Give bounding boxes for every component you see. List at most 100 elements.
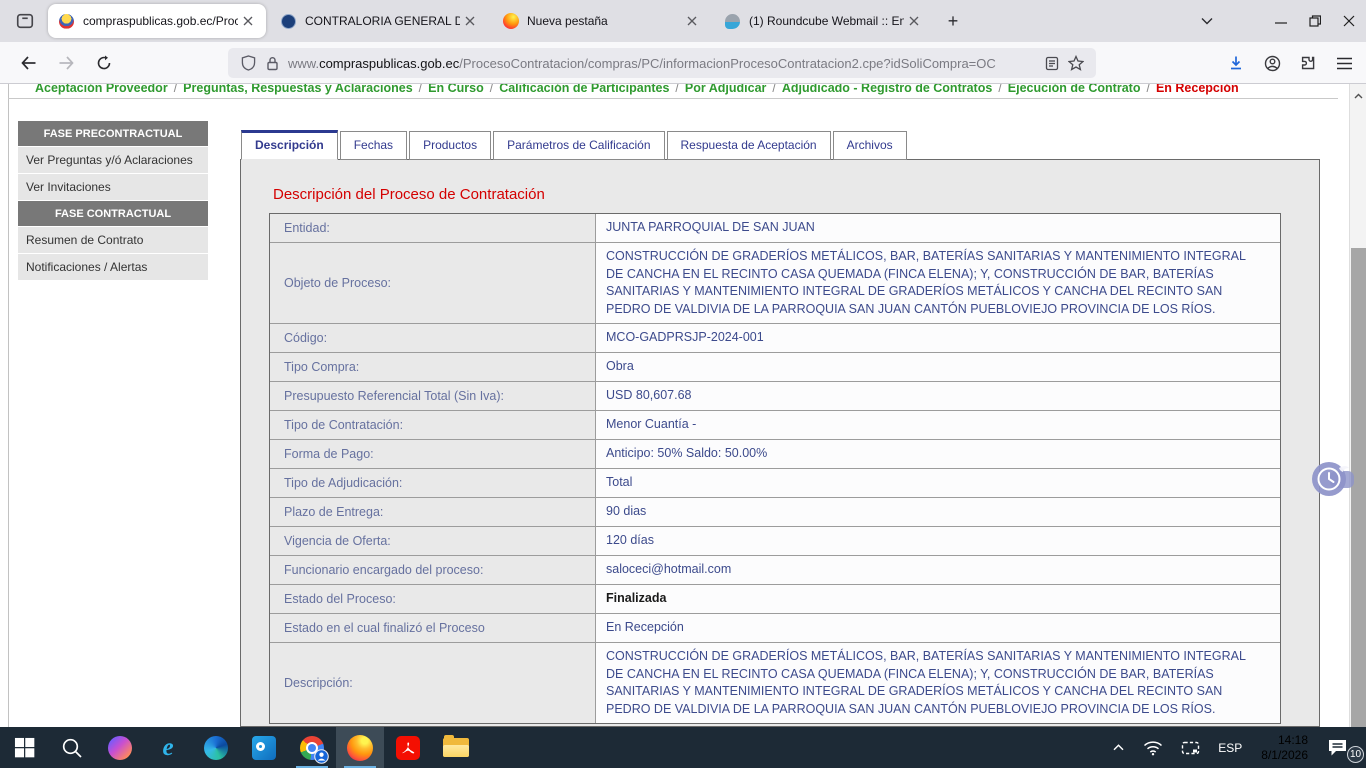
sidebar-item[interactable]: Ver Preguntas y/ó Aclaraciones xyxy=(18,147,208,173)
browser-toolbar: www.compraspublicas.gob.ec/ProcesoContra… xyxy=(0,42,1366,84)
breadcrumb-link[interactable]: Aceptación Proveedor xyxy=(35,84,168,95)
file-explorer-taskbar-icon[interactable] xyxy=(432,727,480,768)
sidebar-item[interactable]: Notificaciones / Alertas xyxy=(18,254,208,280)
tab-list-chevron-icon[interactable] xyxy=(1190,0,1224,42)
outlook-taskbar-icon[interactable] xyxy=(240,727,288,768)
minimize-button[interactable] xyxy=(1264,0,1298,42)
reload-icon[interactable] xyxy=(88,47,120,79)
connect-display-icon[interactable] xyxy=(1172,727,1209,768)
row-label: Plazo de Entrega: xyxy=(270,498,596,526)
reader-mode-icon[interactable] xyxy=(1040,52,1064,74)
restore-button[interactable] xyxy=(1298,0,1332,42)
new-tab-button[interactable]: + xyxy=(938,6,968,36)
account-icon[interactable] xyxy=(1256,47,1288,79)
download-icon[interactable] xyxy=(1220,47,1252,79)
row-value: saloceci@hotmail.com xyxy=(596,556,1280,584)
breadcrumb-link[interactable]: Ejecución de Contrato xyxy=(1008,84,1141,95)
table-row: Plazo de Entrega:90 dias xyxy=(270,498,1280,527)
row-label: Tipo de Adjudicación: xyxy=(270,469,596,497)
breadcrumb-separator: / xyxy=(168,84,183,95)
page-scrollbar[interactable] xyxy=(1349,84,1366,727)
tab-close-icon[interactable] xyxy=(460,11,480,31)
firefox-view-icon[interactable] xyxy=(10,6,40,36)
menu-icon[interactable] xyxy=(1328,47,1360,79)
notification-center-icon[interactable]: 10 xyxy=(1318,727,1366,768)
page-left-border xyxy=(8,84,9,727)
browser-tab[interactable]: compraspublicas.gob.ec/Proces xyxy=(48,4,266,38)
content-tab[interactable]: Archivos xyxy=(833,131,907,160)
page-title: Descripción del Proceso de Contratación xyxy=(273,186,545,203)
row-label: Forma de Pago: xyxy=(270,440,596,468)
sidebar-section-header: FASE CONTRACTUAL xyxy=(18,201,208,226)
breadcrumb-link[interactable]: En Curso xyxy=(428,84,484,95)
table-row: Funcionario encargado del proceso:saloce… xyxy=(270,556,1280,585)
table-row: Descripción:CONSTRUCCIÓN DE GRADERÍOS ME… xyxy=(270,643,1280,723)
row-value: USD 80,607.68 xyxy=(596,382,1280,410)
content-tab[interactable]: Respuesta de Aceptación xyxy=(667,131,831,160)
breadcrumb-link[interactable]: Calificación de Participantes xyxy=(499,84,669,95)
sidebar-item[interactable]: Resumen de Contrato xyxy=(18,227,208,253)
floating-timer-widget[interactable] xyxy=(1308,456,1354,502)
tab-close-icon[interactable] xyxy=(238,11,258,31)
chrome-taskbar-icon[interactable] xyxy=(288,727,336,768)
sidebar: FASE PRECONTRACTUALVer Preguntas y/ó Acl… xyxy=(18,121,208,281)
tab-list: compraspublicas.gob.ec/Proces CONTRALORIA… xyxy=(48,4,932,38)
edge-taskbar-icon[interactable] xyxy=(192,727,240,768)
firefox-taskbar-icon[interactable] xyxy=(336,727,384,768)
language-indicator[interactable]: ESP xyxy=(1209,727,1251,768)
row-label: Tipo Compra: xyxy=(270,353,596,381)
table-row: Entidad:JUNTA PARROQUIAL DE SAN JUAN xyxy=(270,214,1280,243)
acrobat-taskbar-icon[interactable] xyxy=(384,727,432,768)
tab-close-icon[interactable] xyxy=(682,11,702,31)
close-window-button[interactable] xyxy=(1332,0,1366,42)
row-label: Descripción: xyxy=(270,643,596,723)
content-tab[interactable]: Productos xyxy=(409,131,491,160)
forward-icon[interactable] xyxy=(50,47,82,79)
tab-title: CONTRALORIA GENERAL DEL E xyxy=(305,14,460,28)
breadcrumb-separator: / xyxy=(766,84,781,95)
contraloria-favicon xyxy=(281,14,296,29)
breadcrumb-link[interactable]: Adjudicado - Registro de Contratos xyxy=(782,84,992,95)
browser-tab[interactable]: (1) Roundcube Webmail :: Entra xyxy=(714,4,932,38)
row-value: MCO-GADPRSJP-2024-001 xyxy=(596,324,1280,352)
row-value: Anticipo: 50% Saldo: 50.00% xyxy=(596,440,1280,468)
row-value: 120 días xyxy=(596,527,1280,555)
tab-close-icon[interactable] xyxy=(904,11,924,31)
scrollbar-up-icon[interactable] xyxy=(1350,88,1366,104)
row-value: 90 dias xyxy=(596,498,1280,526)
breadcrumb-separator: / xyxy=(1140,84,1155,95)
process-info-table: Entidad:JUNTA PARROQUIAL DE SAN JUANObje… xyxy=(269,213,1281,724)
content-tab[interactable]: Fechas xyxy=(340,131,407,160)
browser-tab[interactable]: Nueva pestaña xyxy=(492,4,710,38)
extensions-icon[interactable] xyxy=(1292,47,1324,79)
windows-start-taskbar-icon[interactable] xyxy=(0,727,48,768)
url-bar[interactable]: www.compraspublicas.gob.ec/ProcesoContra… xyxy=(228,48,1096,78)
table-row: Vigencia de Oferta:120 días xyxy=(270,527,1280,556)
table-row: Código:MCO-GADPRSJP-2024-001 xyxy=(270,324,1280,353)
content-tab[interactable]: Parámetros de Calificación xyxy=(493,131,664,160)
clock[interactable]: 14:18 8/1/2026 xyxy=(1251,733,1318,763)
copilot-taskbar-icon[interactable] xyxy=(96,727,144,768)
browser-tab[interactable]: CONTRALORIA GENERAL DEL E xyxy=(270,4,488,38)
tray-time: 14:18 xyxy=(1261,733,1308,748)
breadcrumb-link[interactable]: Preguntas, Respuestas y Aclaraciones xyxy=(183,84,413,95)
wifi-icon[interactable] xyxy=(1134,727,1172,768)
row-value: Menor Cuantía - xyxy=(596,411,1280,439)
internet-explorer-taskbar-icon[interactable]: e xyxy=(144,727,192,768)
row-value: CONSTRUCCIÓN DE GRADERÍOS METÁLICOS, BAR… xyxy=(596,243,1280,323)
tray-chevron-up-icon[interactable] xyxy=(1103,727,1134,768)
windows-taskbar: e ESP 14:18 8/1/2026 10 xyxy=(0,727,1366,768)
bookmark-star-icon[interactable] xyxy=(1064,52,1088,74)
table-row: Forma de Pago:Anticipo: 50% Saldo: 50.00… xyxy=(270,440,1280,469)
table-row: Presupuesto Referencial Total (Sin Iva):… xyxy=(270,382,1280,411)
content-tab[interactable]: Descripción xyxy=(241,130,338,160)
row-value: Finalizada xyxy=(596,585,1280,613)
lock-icon[interactable] xyxy=(260,52,284,74)
breadcrumb-divider xyxy=(8,98,1338,99)
search-taskbar-icon[interactable] xyxy=(48,727,96,768)
breadcrumb-link[interactable]: Por Adjudicar xyxy=(685,84,767,95)
back-icon[interactable] xyxy=(12,47,44,79)
sidebar-item[interactable]: Ver Invitaciones xyxy=(18,174,208,200)
shield-icon[interactable] xyxy=(236,52,260,74)
ecuador-emblem-favicon xyxy=(59,14,74,29)
